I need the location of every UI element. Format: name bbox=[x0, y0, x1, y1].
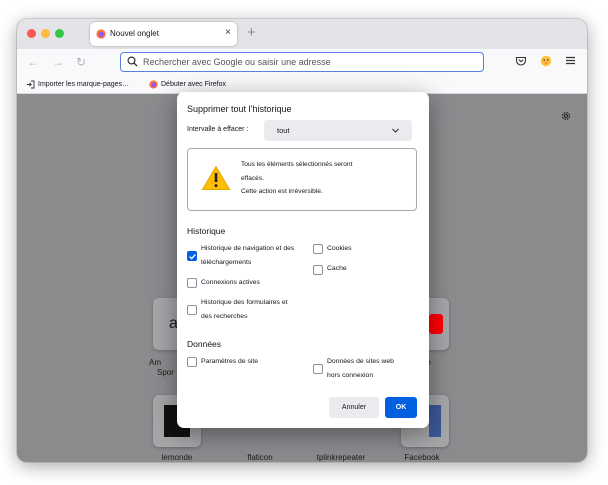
top-site-label: lemonde bbox=[161, 453, 193, 462]
site-settings-checkbox[interactable] bbox=[187, 357, 197, 367]
pocket-icon[interactable] bbox=[515, 55, 527, 67]
data-section-heading: Données bbox=[187, 339, 222, 349]
time-range-value: tout bbox=[277, 126, 290, 135]
import-icon bbox=[26, 80, 35, 89]
cookies-checkbox[interactable] bbox=[313, 244, 323, 254]
browsing-history-checkbox[interactable] bbox=[187, 251, 197, 261]
top-site-label: flaticon bbox=[247, 453, 273, 462]
window-close-button[interactable] bbox=[27, 29, 36, 38]
checkbox-label: hors connexion bbox=[327, 372, 374, 379]
firefox-icon bbox=[149, 80, 158, 89]
tab-new-tab[interactable]: Nouvel onglet × bbox=[90, 22, 237, 46]
top-site-label: tplinkrepeater bbox=[316, 453, 366, 462]
clear-history-dialog: Supprimer tout l’historique Intervalle à… bbox=[177, 92, 429, 428]
warning-text-line: effacés. bbox=[241, 175, 264, 182]
cancel-button[interactable]: Annuler bbox=[329, 397, 379, 418]
url-bar[interactable]: Rechercher avec Google ou saisir une adr… bbox=[120, 52, 484, 72]
forward-button[interactable]: → bbox=[52, 55, 64, 69]
checkmark-icon bbox=[189, 253, 196, 260]
url-placeholder: Rechercher avec Google ou saisir une adr… bbox=[143, 57, 331, 67]
nav-toolbar: ← → ↻ Rechercher avec Google ou saisir u… bbox=[17, 49, 587, 77]
back-button[interactable]: ← bbox=[27, 55, 39, 69]
ok-button[interactable]: OK bbox=[385, 397, 417, 418]
new-tab-button[interactable]: + bbox=[247, 24, 256, 41]
bookmark-label: Importer les marque-pages… bbox=[38, 81, 130, 88]
checkbox-label: des recherches bbox=[201, 313, 248, 320]
window-maximize-button[interactable] bbox=[55, 29, 64, 38]
youtube-logo-icon bbox=[429, 314, 443, 334]
bookmark-import[interactable]: Importer les marque-pages… bbox=[26, 80, 129, 89]
window-minimize-button[interactable] bbox=[41, 29, 50, 38]
active-logins-checkbox[interactable] bbox=[187, 278, 197, 288]
checkbox-label: Cookies bbox=[327, 245, 352, 252]
menu-icon[interactable] bbox=[565, 55, 576, 66]
warning-icon bbox=[202, 166, 230, 190]
warning-text-line: Cette action est irréversible. bbox=[241, 188, 323, 195]
checkbox-label: Connexions actives bbox=[201, 279, 260, 286]
bookmark-label: Débuter avec Firefox bbox=[161, 81, 226, 88]
facebook-logo-icon bbox=[429, 405, 441, 437]
history-section-heading: Historique bbox=[187, 226, 226, 236]
reload-button[interactable]: ↻ bbox=[76, 55, 86, 69]
tab-bar: Nouvel onglet × + bbox=[17, 19, 587, 49]
checkbox-label: Cache bbox=[327, 265, 347, 272]
form-history-checkbox[interactable] bbox=[187, 305, 197, 315]
top-site-label: Facebook bbox=[404, 453, 440, 462]
tab-close-icon[interactable]: × bbox=[225, 27, 231, 38]
search-icon bbox=[127, 56, 138, 67]
time-range-label: Intervalle à effacer : bbox=[187, 126, 249, 133]
account-avatar-icon[interactable] bbox=[540, 55, 552, 67]
checkbox-label: téléchargements bbox=[201, 259, 252, 266]
checkbox-label: Historique des formulaires et bbox=[201, 299, 288, 306]
checkbox-label: Données de sites web bbox=[327, 358, 394, 365]
warning-text-line: Tous les éléments sélectionnés seront bbox=[241, 161, 353, 168]
cache-checkbox[interactable] bbox=[313, 265, 323, 275]
offline-data-checkbox[interactable] bbox=[313, 364, 323, 374]
time-range-select[interactable]: tout bbox=[264, 120, 412, 141]
chevron-down-icon bbox=[392, 128, 399, 133]
gear-icon[interactable] bbox=[560, 110, 572, 122]
bookmark-getting-started[interactable]: Débuter avec Firefox bbox=[149, 80, 226, 89]
checkbox-label: Historique de navigation et des bbox=[201, 245, 295, 252]
tab-title: Nouvel onglet bbox=[110, 29, 159, 38]
dialog-title: Supprimer tout l’historique bbox=[187, 104, 292, 114]
firefox-icon bbox=[96, 29, 106, 39]
warning-box: Tous les éléments sélectionnés seront ef… bbox=[187, 148, 417, 211]
checkbox-label: Paramètres de site bbox=[201, 358, 259, 365]
